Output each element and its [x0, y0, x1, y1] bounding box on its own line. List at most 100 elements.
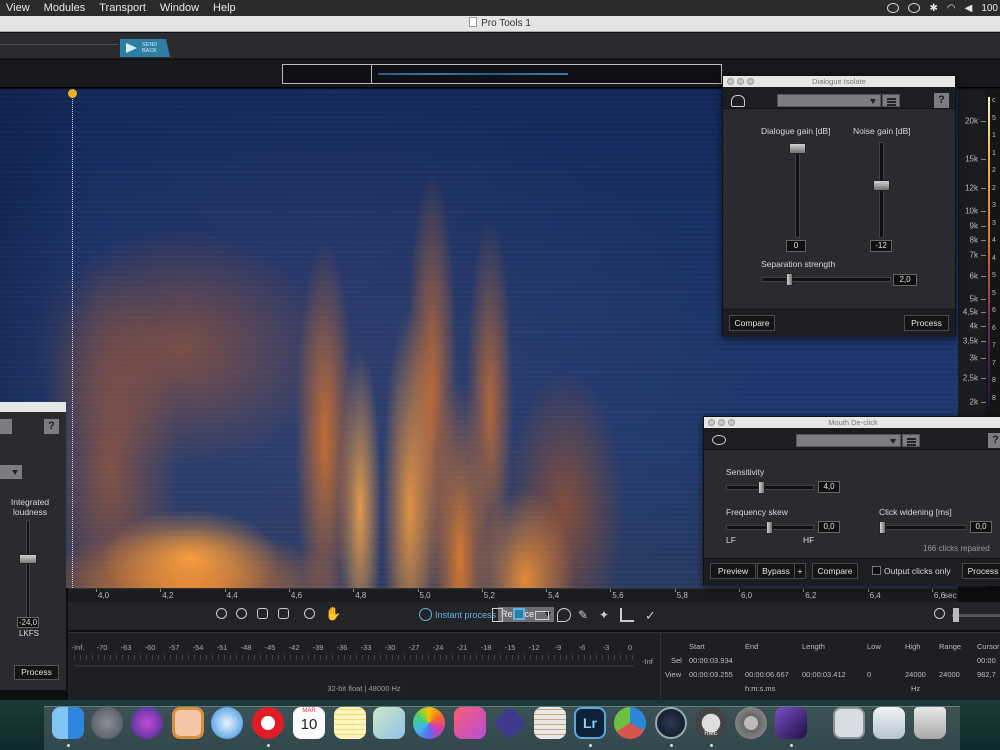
volume-icon[interactable]: ◀ [965, 3, 973, 14]
playhead-marker[interactable] [68, 89, 77, 98]
wifi-icon[interactable]: ◠ [947, 3, 956, 14]
notes-icon[interactable] [334, 707, 366, 739]
click-widening-track[interactable] [879, 525, 967, 530]
loudness-help-button[interactable]: ? [44, 419, 59, 434]
loudness-preset-select[interactable] [0, 465, 22, 479]
itunes-icon[interactable] [454, 707, 486, 739]
dialogue-isolate-help-button[interactable]: ? [934, 93, 949, 108]
davinci-resolve-icon[interactable] [614, 707, 646, 739]
hand-tool-icon[interactable]: ✋ [325, 606, 341, 621]
loudness-slider-thumb[interactable] [19, 554, 37, 564]
click-widening-value[interactable]: 0,0 [970, 521, 992, 533]
dialogue-gain-value[interactable]: 0 [786, 240, 806, 252]
close-dot[interactable] [727, 78, 734, 85]
sensitivity-value[interactable]: 4,0 [818, 481, 840, 493]
battery-percent[interactable]: 100 [981, 3, 998, 14]
finder-icon[interactable] [52, 707, 84, 739]
close-dot[interactable] [708, 419, 715, 426]
pro-tools-icon[interactable] [775, 707, 807, 739]
menu-transport[interactable]: Transport [99, 2, 146, 14]
dialogue-isolate-menu-button[interactable] [882, 94, 900, 107]
loudness-value[interactable]: -24,0 [17, 617, 39, 628]
separation-strength-value[interactable]: 2,0 [893, 274, 917, 286]
view-low[interactable]: 0 [867, 670, 871, 679]
frequency-skew-thumb[interactable] [766, 521, 773, 534]
zoom-dot[interactable] [728, 419, 735, 426]
mouth-declick-preview-button[interactable]: Preview [710, 563, 756, 579]
zoom-fit-icon[interactable] [278, 608, 289, 619]
mouth-declick-compare-button[interactable]: Compare [812, 563, 858, 579]
menu-window[interactable]: Window [160, 2, 199, 14]
rme-totalmix-icon[interactable]: RME [695, 707, 727, 739]
brush-selection-icon[interactable]: ✎ [578, 608, 592, 622]
downloads-stack-icon[interactable] [833, 707, 865, 739]
click-widening-thumb[interactable] [879, 521, 886, 534]
send-back-button[interactable]: SEND BACK [120, 39, 170, 57]
frequency-skew-value[interactable]: 0,0 [818, 521, 840, 533]
magic-wand-icon[interactable]: ✦ [599, 608, 613, 622]
izotope-rx-icon[interactable] [655, 707, 687, 739]
zoom-selection-icon[interactable] [257, 608, 268, 619]
trash-icon[interactable] [914, 707, 946, 739]
mouth-declick-help-button[interactable]: ? [988, 433, 1000, 448]
dialogue-isolate-process-button[interactable]: Process [904, 315, 949, 331]
zoom-dot[interactable] [747, 78, 754, 85]
bluetooth-icon[interactable]: ✱ [929, 3, 937, 14]
zoom-slider-thumb[interactable] [953, 608, 959, 622]
noise-gain-value[interactable]: -12 [870, 240, 892, 252]
time-frequency-selection-icon[interactable] [513, 608, 525, 620]
spreadsheet-icon[interactable] [534, 707, 566, 739]
mouth-declick-menu-button[interactable] [902, 434, 920, 447]
sel-start[interactable]: 00:00:03.934 [689, 656, 733, 665]
maps-icon[interactable] [373, 707, 405, 739]
photos-icon[interactable] [413, 707, 445, 739]
view-start[interactable]: 00:00:03.255 [689, 670, 733, 679]
zoom-time-icon[interactable] [934, 608, 945, 619]
spectral-scan-icon[interactable]: ✓ [645, 608, 659, 623]
mouth-declick-bypass-button[interactable]: Bypass [757, 563, 795, 579]
safari-icon[interactable] [211, 707, 243, 739]
separation-strength-thumb[interactable] [786, 273, 793, 286]
minimize-dot[interactable] [737, 78, 744, 85]
view-range[interactable]: 24000 [939, 670, 960, 679]
calendar-icon[interactable]: MAR 10 [293, 707, 325, 739]
sensitivity-track[interactable] [726, 485, 814, 490]
frequency-selection-icon[interactable] [535, 611, 549, 620]
output-clicks-only-checkbox[interactable] [872, 566, 881, 575]
view-high[interactable]: 24000 [905, 670, 926, 679]
lasso-selection-icon[interactable] [557, 608, 571, 622]
mouth-declick-process-button[interactable]: Process [962, 563, 1000, 579]
loudness-menu-button[interactable] [0, 419, 12, 434]
siri-icon[interactable] [131, 707, 163, 739]
harmonic-selection-icon[interactable] [620, 608, 634, 622]
view-end[interactable]: 00:00:06.667 [745, 670, 789, 679]
zoom-slider-track[interactable] [952, 614, 1000, 617]
zoom-tool-icon[interactable] [304, 608, 315, 619]
instant-process-toggle[interactable]: Instant process [419, 608, 496, 621]
zoom-out-icon[interactable] [236, 608, 247, 619]
time-ruler[interactable]: 4,0 4,2 4,4 4,6 4,8 5,0 5,2 5,4 5,6 5,8 6,0 6,2 6,4 6… [68, 588, 958, 602]
mouth-declick-add-button[interactable]: + [794, 563, 806, 579]
time-selection-icon[interactable] [492, 608, 503, 622]
lightroom-icon[interactable]: Lr [574, 707, 606, 739]
zoom-in-icon[interactable] [216, 608, 227, 619]
time-machine-icon[interactable] [908, 3, 921, 13]
dialogue-gain-track[interactable] [795, 142, 800, 238]
loudness-process-button[interactable]: Process [14, 665, 59, 680]
documents-stack-icon[interactable] [873, 707, 905, 739]
menu-modules[interactable]: Modules [44, 2, 86, 14]
minimize-dot[interactable] [718, 419, 725, 426]
menu-help[interactable]: Help [213, 2, 236, 14]
dialogue-isolate-compare-button[interactable]: Compare [729, 315, 775, 331]
launchpad-icon[interactable] [91, 707, 123, 739]
separation-strength-track[interactable] [761, 277, 891, 282]
view-length[interactable]: 00:00:03.412 [802, 670, 846, 679]
noise-gain-thumb[interactable] [873, 180, 890, 191]
menu-view[interactable]: View [6, 2, 30, 14]
mouth-declick-preset-select[interactable] [796, 434, 901, 447]
sensitivity-thumb[interactable] [758, 481, 765, 494]
preview-icon[interactable] [172, 707, 204, 739]
loudness-slider-track[interactable] [26, 520, 30, 620]
opera-icon[interactable] [252, 707, 284, 739]
dialogue-gain-thumb[interactable] [789, 143, 806, 154]
